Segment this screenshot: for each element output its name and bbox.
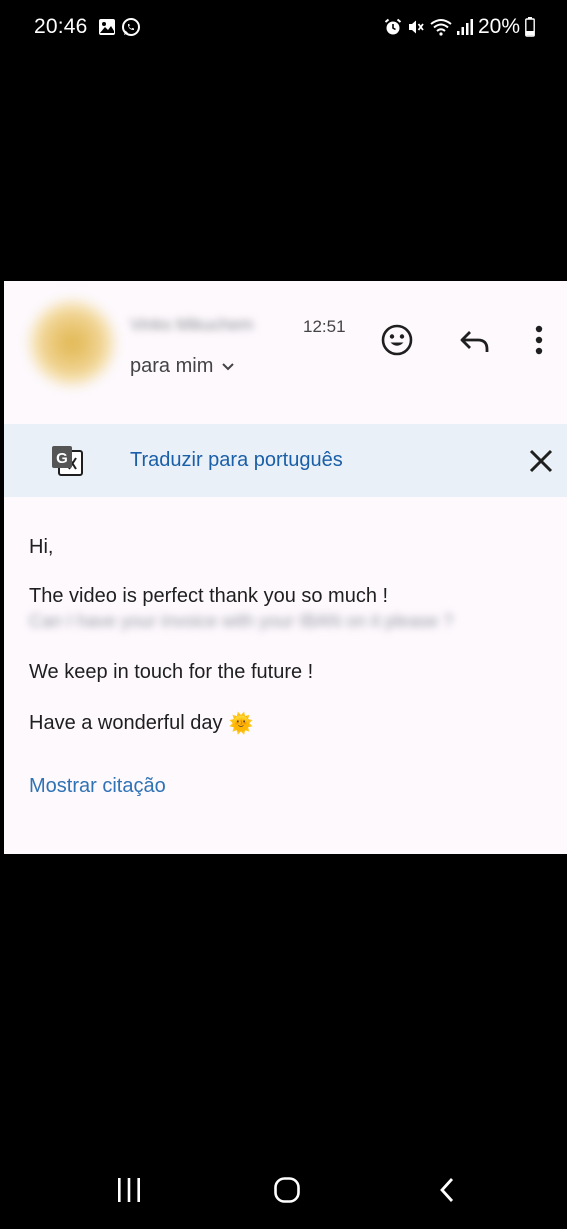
battery-icon <box>525 17 535 37</box>
body-line-blurred: Can I have your invoice with your IBAN o… <box>29 611 454 631</box>
alarm-icon <box>384 18 402 36</box>
show-quoted-text-link[interactable]: Mostrar citação <box>29 775 166 798</box>
sender-name: Vinks Mikuchem <box>130 315 254 334</box>
home-button[interactable] <box>273 1176 301 1209</box>
google-translate-icon: G <box>50 444 84 483</box>
back-icon <box>437 1178 457 1208</box>
svg-text:G: G <box>56 450 68 467</box>
navigation-bar <box>0 1160 567 1220</box>
sun-emoji: 🌞 <box>228 713 254 735</box>
battery-percentage: 20% <box>477 15 520 38</box>
status-system-icons: 20% <box>384 15 535 39</box>
emoji-icon <box>380 323 414 362</box>
body-line: Have a wonderful day 🌞 <box>29 711 253 736</box>
translate-bar: G Traduzir para português <box>4 424 567 497</box>
more-vert-icon <box>535 325 543 360</box>
sender-avatar[interactable] <box>30 301 114 385</box>
body-line: We keep in touch for the future ! <box>29 661 314 683</box>
add-reaction-button[interactable] <box>376 321 418 363</box>
wifi-icon <box>430 18 452 36</box>
status-notification-icons <box>98 17 141 42</box>
body-greeting: Hi, <box>29 536 54 558</box>
recipient-label: para mim <box>130 355 214 377</box>
dismiss-translate-button[interactable] <box>526 446 556 476</box>
close-icon <box>526 449 556 480</box>
email-time: 12:51 <box>303 317 346 336</box>
email-header: Vinks Mikuchem 12:51 para mim <box>4 281 567 421</box>
gallery-icon <box>98 18 116 41</box>
more-options-button[interactable] <box>524 321 554 363</box>
home-icon <box>273 1177 301 1208</box>
body-line-text: Have a wonderful day <box>29 712 223 734</box>
recipient-details-toggle[interactable]: para mim <box>130 355 235 378</box>
status-bar: 20:46 20% <box>0 0 567 56</box>
recents-button[interactable] <box>116 1176 142 1209</box>
body-line: The video is perfect thank you so much ! <box>29 585 389 607</box>
whatsapp-icon <box>121 17 141 42</box>
recents-icon <box>116 1178 142 1208</box>
back-button[interactable] <box>437 1176 457 1209</box>
reply-button[interactable] <box>454 323 496 365</box>
status-time: 20:46 <box>34 15 88 38</box>
signal-icon <box>456 18 473 36</box>
chevron-down-icon <box>221 355 235 378</box>
translate-link[interactable]: Traduzir para português <box>130 449 343 472</box>
email-message: Vinks Mikuchem 12:51 para mim G Traduzir… <box>4 281 567 854</box>
mute-icon <box>407 18 425 36</box>
reply-icon <box>458 328 492 361</box>
